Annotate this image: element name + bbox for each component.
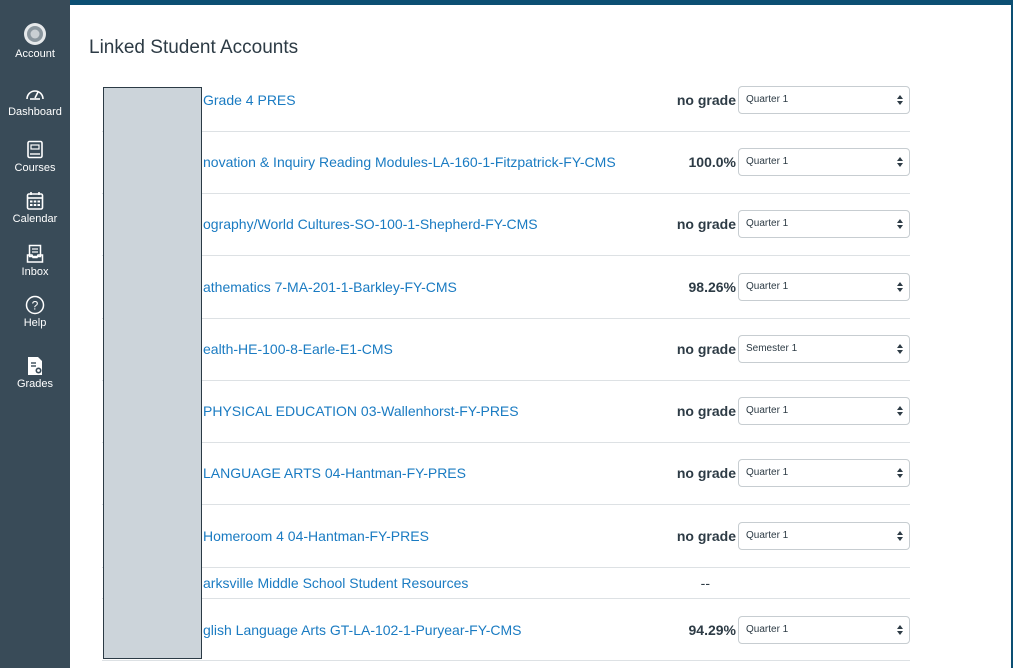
avatar [24,23,46,45]
grade-value: 100.0% [688,154,736,170]
row-divider [102,193,910,194]
course-link[interactable]: Homeroom 4 04-Hantman-FY-PRES [203,528,429,544]
course-link[interactable]: LANGUAGE ARTS 04-Hantman-FY-PRES [203,465,466,481]
grade-value: no grade [676,528,736,544]
grading-period-value: Quarter 1 [746,281,789,292]
course-link[interactable]: PHYSICAL EDUCATION 03-Wallenhorst-FY-PRE… [203,403,519,419]
grading-period-value: Quarter 1 [746,218,789,229]
course-link[interactable]: ealth-HE-100-8-Earle-E1-CMS [203,341,393,357]
grading-period-value: Quarter 1 [746,94,789,105]
row-divider [102,380,910,381]
courses-icon [27,140,43,159]
nav-help-label: Help [23,317,47,329]
grades-icon [28,357,42,375]
page-title: Linked Student Accounts [89,37,299,58]
nav-calendar-label: Calendar [12,213,58,225]
grading-period-select[interactable]: Quarter 1 [738,459,910,487]
nav-dashboard[interactable]: Dashboard [0,84,70,119]
help-icon: ? [25,295,45,315]
row-divider [102,318,910,319]
table-row: PHYSICAL EDUCATION 03-Wallenhorst-FY-PRE… [102,397,910,425]
select-arrows-icon [897,157,903,167]
course-link[interactable]: athematics 7-MA-201-1-Barkley-FY-CMS [203,279,457,295]
grading-period-value: Quarter 1 [746,405,789,416]
nav-account-label: Account [15,48,55,60]
grade-value: no grade [676,403,736,419]
row-divider [102,660,910,661]
table-row: LANGUAGE ARTS 04-Hantman-FY-PRES no grade… [102,459,910,487]
select-arrows-icon [897,468,903,478]
grading-period-value: Quarter 1 [746,156,789,167]
student-photo-placeholder [103,87,202,659]
course-link[interactable]: arksville Middle School Student Resource… [203,575,468,591]
grade-value: 98.26% [688,279,736,295]
nav-help[interactable]: ? Help [0,295,70,330]
row-divider [102,567,910,568]
grading-period-select[interactable]: Quarter 1 [738,273,910,301]
select-arrows-icon [897,406,903,416]
grading-period-select[interactable]: Quarter 1 [738,86,910,114]
nav-courses-label: Courses [14,162,56,174]
table-row: glish Language Arts GT-LA-102-1-Puryear-… [102,616,910,644]
select-arrows-icon [897,219,903,229]
select-arrows-icon [897,282,903,292]
grading-period-select[interactable]: Quarter 1 [738,522,910,550]
table-row: ography/World Cultures-SO-100-1-Shepherd… [102,210,910,238]
row-divider [102,598,910,599]
grading-period-select[interactable]: Quarter 1 [738,148,910,176]
global-navigation: Account Dashboard Courses Calendar Inbox… [0,0,70,668]
grading-period-value: Semester 1 [746,343,798,354]
nav-dashboard-label: Dashboard [8,106,62,118]
grading-period-select[interactable]: Quarter 1 [738,210,910,238]
table-row: Grade 4 PRES no grade Quarter 1 [102,86,910,114]
nav-grades[interactable]: Grades [0,356,70,391]
grading-period-select[interactable]: Quarter 1 [738,397,910,425]
dashboard-icon [26,90,44,100]
row-divider [102,504,910,505]
select-arrows-icon [897,344,903,354]
table-row: novation & Inquiry Reading Modules-LA-16… [102,148,910,176]
nav-inbox-label: Inbox [21,266,49,278]
calendar-icon [26,192,44,210]
main-content: Linked Student Accounts Grade 4 PRES no g… [70,5,1011,668]
nav-calendar[interactable]: Calendar [0,191,70,226]
grading-period-value: Quarter 1 [746,467,789,478]
course-link[interactable]: Grade 4 PRES [203,92,296,108]
table-row: Homeroom 4 04-Hantman-FY-PRES no grade Qua… [102,522,910,550]
grade-value: no grade [676,216,736,232]
row-divider [102,442,910,443]
nav-account[interactable]: Account [0,22,70,61]
course-link[interactable]: glish Language Arts GT-LA-102-1-Puryear-… [203,622,522,638]
svg-text:?: ? [32,299,39,313]
grade-value: 94.29% [688,622,736,638]
row-divider [102,255,910,256]
course-link[interactable]: novation & Inquiry Reading Modules-LA-16… [203,154,616,170]
grading-period-select[interactable]: Semester 1 [738,335,910,363]
row-divider [102,131,910,132]
table-row: ealth-HE-100-8-Earle-E1-CMS no grade Semes… [102,335,910,363]
grading-period-value: Quarter 1 [746,624,789,635]
grade-value: no grade [676,465,736,481]
grading-period-value: Quarter 1 [746,530,789,541]
select-arrows-icon [897,95,903,105]
grading-period-select[interactable]: Quarter 1 [738,616,910,644]
select-arrows-icon [897,531,903,541]
inbox-icon [26,244,44,263]
grade-value: no grade [676,92,736,108]
grade-value: -- [700,575,710,591]
table-row: arksville Middle School Student Resource… [102,569,910,597]
nav-inbox[interactable]: Inbox [0,244,70,279]
select-arrows-icon [897,625,903,635]
nav-courses[interactable]: Courses [0,140,70,175]
grade-value: no grade [676,341,736,357]
nav-grades-label: Grades [16,378,54,390]
table-row: athematics 7-MA-201-1-Barkley-FY-CMS 98.2… [102,273,910,301]
course-link[interactable]: ography/World Cultures-SO-100-1-Shepherd… [203,216,538,232]
